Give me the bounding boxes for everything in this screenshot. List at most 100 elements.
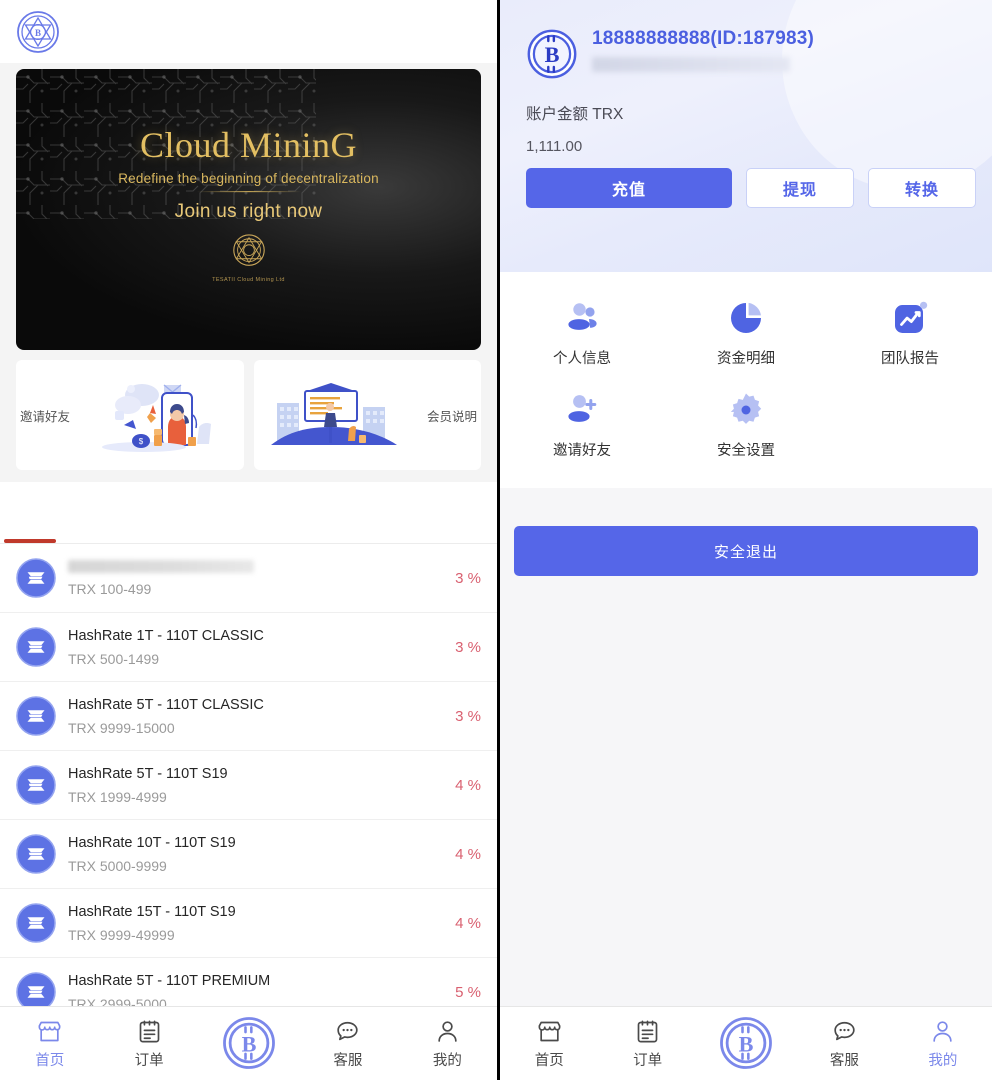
product-range: TRX 100-499 bbox=[68, 581, 152, 597]
promo-card-membership-info[interactable]: 会员说明 bbox=[253, 360, 481, 470]
balance-value: 1,111.00 bbox=[526, 138, 583, 155]
tab-chat-bubble[interactable]: 客服 bbox=[795, 1007, 893, 1080]
product-row-text: HashRate 5T - 110T PREMIUM TRX 2999-5000 bbox=[68, 971, 443, 1007]
hero-subtitle: Redefine the beginning of decentralizati… bbox=[118, 170, 379, 186]
tab-label: 首页 bbox=[534, 1052, 564, 1069]
product-title: HashRate 5T - 110T CLASSIC bbox=[68, 696, 264, 713]
menu-cell-people[interactable]: 个人信息 bbox=[500, 290, 664, 376]
hero-cta-text: Join us right now bbox=[174, 200, 323, 222]
product-tabstrip[interactable] bbox=[0, 482, 497, 544]
product-row-text: HashRate 10T - 110T S19 TRX 5000-9999 bbox=[68, 833, 443, 876]
menu-cell-trend-report[interactable]: 团队报告 bbox=[828, 290, 992, 376]
account-action-buttons: 充值 提现 转换 bbox=[526, 168, 976, 208]
hero-divider bbox=[196, 190, 301, 192]
product-rate-badge: 4 % bbox=[455, 776, 481, 794]
product-range: TRX 2999-5000 bbox=[68, 995, 167, 1007]
person-icon bbox=[434, 1018, 461, 1045]
left-bottom-tabbar: 首页 订单 客服 我的 bbox=[0, 1006, 497, 1080]
product-row[interactable]: HashRate 5T - 110T PREMIUM TRX 2999-5000 5… bbox=[0, 958, 497, 1006]
invite-friends-illustration-icon: $ bbox=[74, 360, 243, 470]
menu-cell-gear[interactable]: 安全设置 bbox=[664, 382, 828, 468]
product-list-area: TRX 100-499 3 % HashRate 1T - 110T CLASSIC… bbox=[0, 482, 497, 1006]
menu-label: 安全设置 bbox=[717, 443, 775, 459]
tab-label: 我的 bbox=[432, 1052, 462, 1069]
product-range: TRX 9999-15000 bbox=[68, 719, 175, 736]
tab-label: 订单 bbox=[633, 1052, 663, 1069]
product-rows: TRX 100-499 3 % HashRate 1T - 110T CLASSIC… bbox=[0, 544, 497, 1006]
left-phone-panel: Cloud MininG Redefine the beginning of d… bbox=[0, 0, 500, 1080]
tron-coin-icon bbox=[16, 834, 56, 874]
account-id-label: 18888888888(ID:187983) bbox=[592, 28, 815, 49]
promo-label: 会员说明 bbox=[426, 409, 477, 424]
bitcoin-coin-icon bbox=[718, 1015, 774, 1071]
product-rate-badge: 5 % bbox=[455, 983, 481, 1001]
hero-brand-footer: TESATII Cloud Mining Ltd bbox=[212, 276, 285, 283]
menu-cell-pie-chart[interactable]: 资金明细 bbox=[664, 290, 828, 376]
right-panel-filler bbox=[500, 576, 992, 1006]
product-row-text: HashRate 1T - 110T CLASSIC TRX 500-1499 bbox=[68, 626, 443, 669]
tron-coin-icon bbox=[16, 627, 56, 667]
menu-label: 团队报告 bbox=[881, 351, 939, 367]
chat-bubble-icon bbox=[831, 1018, 858, 1045]
right-phone-panel: 18888888888(ID:187983) 账户金额 TRX 1,111.00… bbox=[500, 0, 992, 1080]
person-add-icon bbox=[562, 390, 602, 430]
tab-chat-bubble[interactable]: 客服 bbox=[298, 1007, 397, 1080]
hero-brand-mark-wrap bbox=[16, 233, 481, 272]
bitcoin-coin-icon bbox=[221, 1015, 277, 1071]
account-name-redacted bbox=[592, 57, 790, 72]
tesati-emblem-logo-icon[interactable] bbox=[16, 10, 60, 54]
tron-coin-icon bbox=[16, 558, 56, 598]
withdraw-button[interactable]: 提现 bbox=[746, 168, 854, 208]
trend-report-icon bbox=[890, 298, 930, 338]
promo-cards-row: 邀请好友 $ 会员说明 bbox=[0, 350, 497, 482]
convert-button[interactable]: 转换 bbox=[868, 168, 976, 208]
product-row[interactable]: HashRate 10T - 110T S19 TRX 5000-9999 4 % bbox=[0, 820, 497, 889]
tron-coin-icon bbox=[16, 903, 56, 943]
tab-storefront[interactable]: 首页 bbox=[500, 1007, 598, 1080]
product-row-text: HashRate 15T - 110T S19 TRX 9999-49999 bbox=[68, 902, 443, 945]
hero-title: Cloud MininG bbox=[139, 124, 358, 165]
menu-label: 个人信息 bbox=[553, 351, 611, 367]
bitcoin-avatar-icon[interactable] bbox=[526, 28, 578, 80]
tab-storefront[interactable]: 首页 bbox=[0, 1007, 99, 1080]
tab-clipboard[interactable]: 订单 bbox=[598, 1007, 696, 1080]
tron-coin-icon bbox=[16, 972, 56, 1006]
account-menu-grid: 个人信息 资金明细 团队报告邀请好友 安全设置 bbox=[500, 272, 992, 488]
hero-banner[interactable]: Cloud MininG Redefine the beginning of d… bbox=[16, 69, 481, 350]
product-row-text: HashRate 5T - 110T S19 TRX 1999-4999 bbox=[68, 764, 443, 807]
tab-person[interactable]: 我的 bbox=[894, 1007, 992, 1080]
product-row[interactable]: HashRate 5T - 110T S19 TRX 1999-4999 4 % bbox=[0, 751, 497, 820]
logout-button[interactable]: 安全退出 bbox=[514, 526, 978, 576]
hero-banner-wrap: Cloud MininG Redefine the beginning of d… bbox=[0, 63, 497, 350]
app-logo-bar bbox=[0, 0, 497, 63]
dual-phone-screenshot: Cloud MininG Redefine the beginning of d… bbox=[0, 0, 992, 1080]
product-rate-badge: 4 % bbox=[455, 845, 481, 863]
clipboard-icon bbox=[634, 1018, 661, 1045]
chat-bubble-icon bbox=[334, 1018, 361, 1045]
product-row-text: HashRate 5T - 110T CLASSIC TRX 9999-15000 bbox=[68, 695, 443, 738]
tab-person[interactable]: 我的 bbox=[398, 1007, 497, 1080]
pie-chart-icon bbox=[726, 298, 766, 338]
tab-clipboard[interactable]: 订单 bbox=[99, 1007, 198, 1080]
tron-coin-icon bbox=[16, 765, 56, 805]
menu-label: 资金明细 bbox=[717, 351, 775, 367]
product-row[interactable]: TRX 100-499 3 % bbox=[0, 544, 497, 613]
promo-label: 邀请好友 bbox=[20, 409, 71, 424]
promo-card-invite-friends[interactable]: 邀请好友 $ bbox=[16, 360, 244, 470]
product-range: TRX 1999-4999 bbox=[68, 788, 167, 805]
product-row[interactable]: HashRate 1T - 110T CLASSIC TRX 500-1499 3 … bbox=[0, 613, 497, 682]
right-bottom-tabbar: 首页 订单 客服 我的 bbox=[500, 1006, 992, 1080]
product-title: HashRate 10T - 110T S19 bbox=[68, 834, 236, 851]
menu-cell-person-add[interactable]: 邀请好友 bbox=[500, 382, 664, 468]
product-title: HashRate 15T - 110T S19 bbox=[68, 903, 236, 920]
product-range: TRX 500-1499 bbox=[68, 650, 160, 667]
account-identity-row: 18888888888(ID:187983) bbox=[526, 28, 966, 80]
tab-label: 我的 bbox=[928, 1052, 958, 1069]
product-title: HashRate 1T - 110T CLASSIC bbox=[68, 627, 264, 644]
recharge-button[interactable]: 充值 bbox=[526, 168, 732, 208]
product-row[interactable]: HashRate 15T - 110T S19 TRX 9999-49999 4 % bbox=[0, 889, 497, 958]
tab-center-bitcoin[interactable] bbox=[199, 1015, 298, 1073]
svg-text:$: $ bbox=[139, 437, 144, 446]
product-row[interactable]: HashRate 5T - 110T CLASSIC TRX 9999-15000… bbox=[0, 682, 497, 751]
tab-center-bitcoin[interactable] bbox=[697, 1015, 795, 1073]
